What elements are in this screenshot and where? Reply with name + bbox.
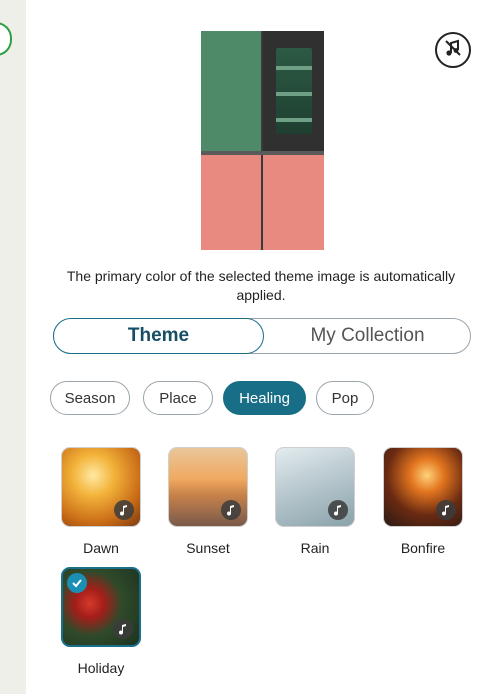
tab-my-collection[interactable]: My Collection [264,319,471,353]
music-off-icon [443,38,463,63]
theme-tile-dawn[interactable]: Dawn [61,447,141,556]
fridge-door-top-left [201,31,261,151]
theme-label: Dawn [83,540,119,556]
chip-place[interactable]: Place [143,381,213,415]
theme-label: Bonfire [400,540,446,556]
chip-healing[interactable]: Healing [223,381,306,415]
music-note-icon [328,500,348,520]
holiday-thumbnail [61,567,141,647]
tab-theme[interactable]: Theme [53,318,264,354]
bonfire-thumbnail [383,447,463,527]
music-note-icon [436,500,456,520]
theme-label: Rain [300,540,330,556]
sound-toggle-button[interactable] [435,32,471,68]
rain-thumbnail [275,447,355,527]
chip-season[interactable]: Season [50,381,130,415]
fridge-door-bottom-right [263,155,324,250]
theme-label: Sunset [186,540,230,556]
theme-panel: The primary color of the selected theme … [26,0,495,694]
music-note-icon [113,619,133,639]
fridge-door-bottom-left [201,155,261,250]
theme-tabs: Theme My Collection [53,318,471,354]
check-icon [67,573,87,593]
music-note-icon [114,500,134,520]
fridge-glass-window [276,48,312,134]
theme-label: Holiday [77,660,125,676]
left-background-strip [0,0,26,694]
fridge-preview [201,31,324,250]
dawn-thumbnail [61,447,141,527]
theme-description: The primary color of the selected theme … [66,268,456,303]
sunset-thumbnail [168,447,248,527]
chip-pop[interactable]: Pop [316,381,374,415]
theme-tile-holiday[interactable]: Holiday [61,567,141,676]
theme-tile-bonfire[interactable]: Bonfire [383,447,463,556]
theme-tile-sunset[interactable]: Sunset [168,447,248,556]
theme-tile-rain[interactable]: Rain [275,447,355,556]
music-note-icon [221,500,241,520]
